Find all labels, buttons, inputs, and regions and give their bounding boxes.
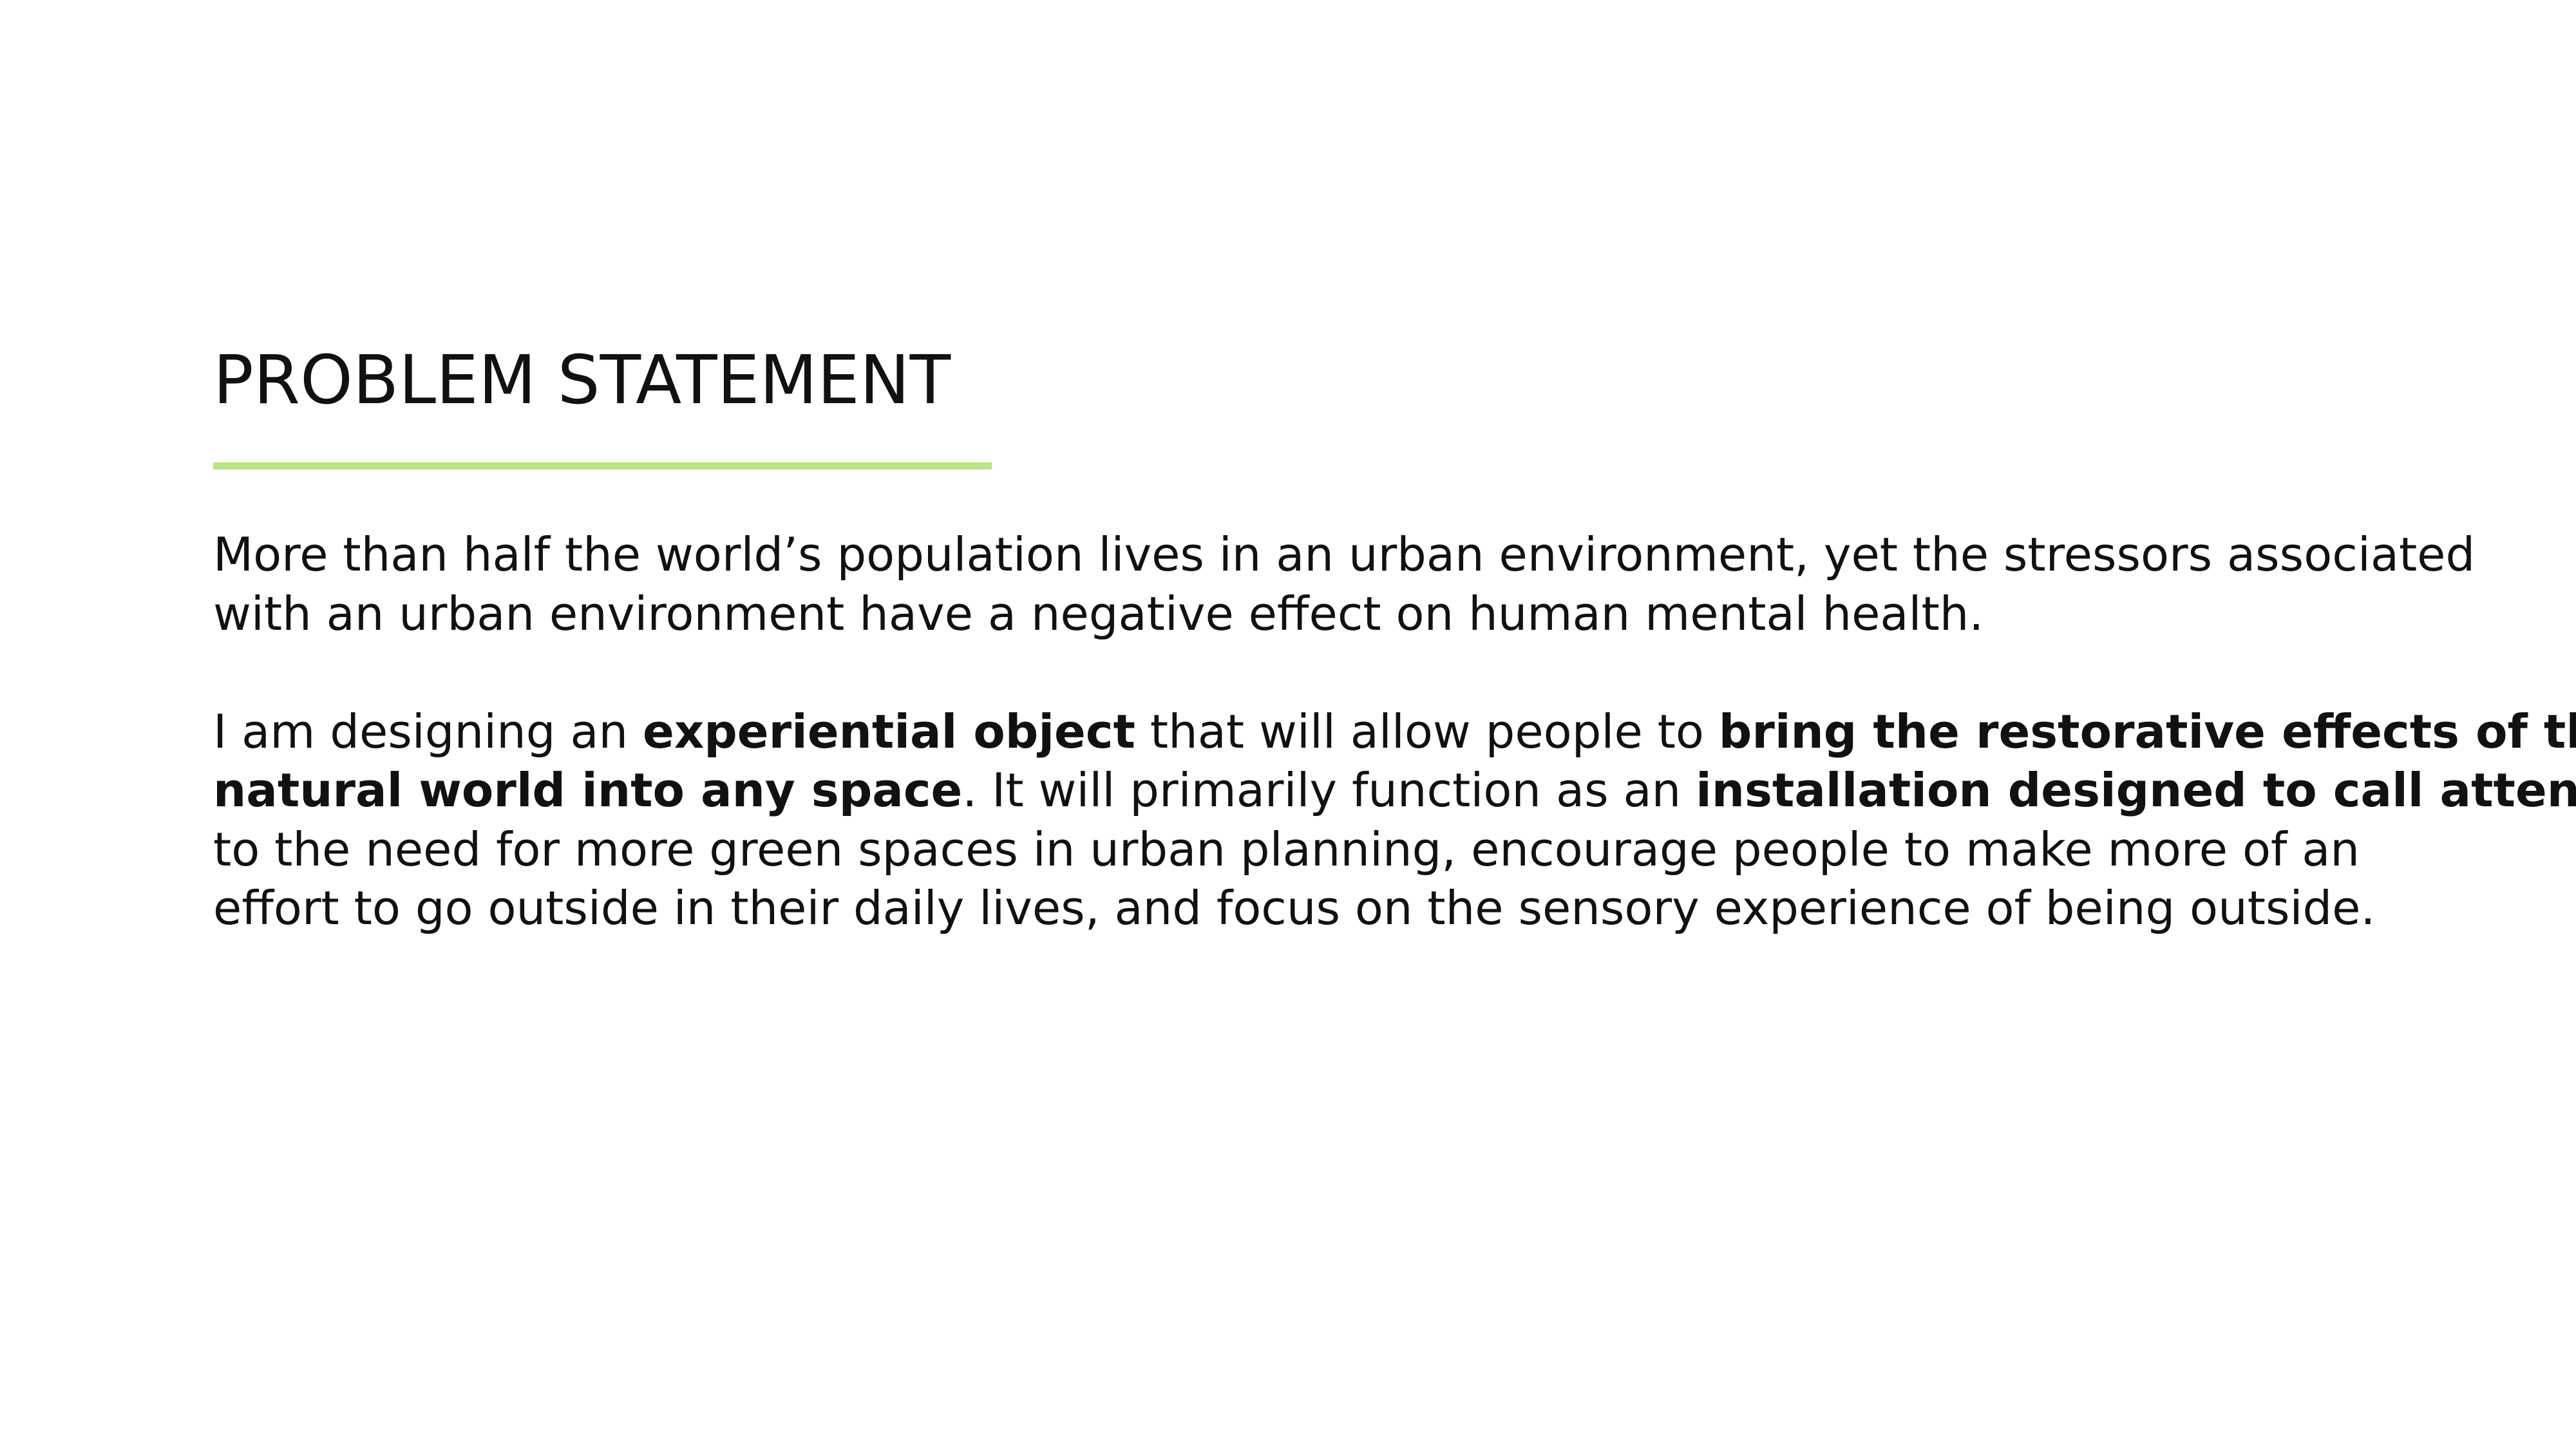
emphasis-installation: installation designed to call attention bbox=[1696, 763, 2576, 817]
text-run: . It will primarily function as an bbox=[962, 763, 1696, 817]
paragraph-context-line-2: with an urban environment have a negativ… bbox=[213, 586, 1984, 641]
title-underline bbox=[213, 462, 992, 469]
paragraph-context-line-1: More than half the world’s population li… bbox=[213, 527, 2476, 582]
paragraph-proposal-line-3: to the need for more green spaces in urb… bbox=[213, 822, 2360, 876]
emphasis-experiential-object: experiential object bbox=[642, 704, 1135, 759]
paragraph-proposal: I am designing an experiential object th… bbox=[213, 703, 2576, 938]
text-run: that will allow people to bbox=[1135, 704, 1719, 759]
emphasis-natural-world: natural world into any space bbox=[213, 763, 963, 817]
paragraph-proposal-line-2: natural world into any space. It will pr… bbox=[213, 761, 2576, 820]
slide-body: More than half the world’s population li… bbox=[213, 526, 2576, 938]
paragraph-proposal-line-4: effort to go outside in their daily live… bbox=[213, 881, 2376, 935]
text-run: I am designing an bbox=[213, 704, 643, 759]
emphasis-restorative-effects: bring the restorative effects of the bbox=[1718, 704, 2576, 759]
slide-title: PROBLEM STATEMENT bbox=[213, 341, 951, 419]
paragraph-context: More than half the world’s population li… bbox=[213, 526, 2476, 643]
slide: PROBLEM STATEMENT More than half the wor… bbox=[0, 0, 2576, 1449]
paragraph-proposal-line-1: I am designing an experiential object th… bbox=[213, 703, 2576, 762]
